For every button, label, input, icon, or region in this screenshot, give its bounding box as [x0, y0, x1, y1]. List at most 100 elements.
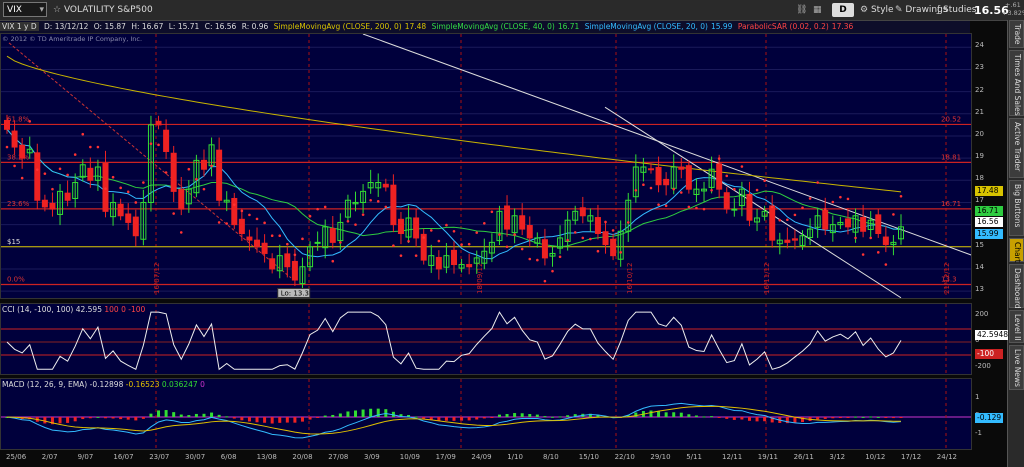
psar-dot: [270, 234, 274, 238]
candle-body: [170, 152, 177, 192]
sma20-label[interactable]: SimpleMovingAvg (CLOSE, 20, 0): [585, 22, 708, 31]
chevron-down-icon[interactable]: ▾: [39, 3, 44, 18]
star-icon[interactable]: ☆: [53, 5, 64, 15]
psar-dot: [28, 120, 32, 123]
psar-dot: [96, 145, 100, 149]
psar-dot: [429, 229, 433, 232]
trendline-retrace: [8, 42, 292, 279]
sma200-label[interactable]: SimpleMovingAvg (CLOSE, 200, 0): [274, 22, 402, 31]
macd-histogram-bar: [164, 410, 168, 417]
tab-times-and-sales[interactable]: Times And Sales: [1009, 50, 1024, 116]
tab-trade[interactable]: Trade: [1009, 20, 1024, 48]
sma200-value: 17.48: [404, 22, 427, 31]
date-marker-label: 16/11/12: [763, 263, 771, 294]
cci-chart: [1, 304, 971, 374]
tab-live-news[interactable]: Live News: [1009, 345, 1024, 390]
range-readout: R: 0.96: [241, 22, 269, 31]
psar-dot: [225, 222, 229, 225]
studies-button[interactable]: ƒ Studies: [937, 3, 976, 17]
candle-body: [435, 256, 442, 270]
price-tick-label: 20: [975, 129, 984, 138]
macd-histogram-bar: [520, 413, 524, 417]
candle-body: [125, 213, 132, 223]
macd-histogram-bar: [869, 416, 873, 418]
time-tick-label: 29/10: [650, 453, 671, 461]
macd-histogram-bar: [550, 416, 554, 418]
cci-label[interactable]: CCI (14, -100, 100): [2, 305, 73, 314]
tab-dashboard[interactable]: Dashboard: [1009, 264, 1024, 309]
macd-histogram-bar: [497, 414, 501, 417]
macd-label[interactable]: MACD (12, 26, 9, EMA): [2, 380, 87, 389]
macd-panel[interactable]: MACD (12, 26, 9, EMA) -0.12898 -0.16523 …: [0, 378, 972, 450]
title-text: ☆ VOLATILITY S&P500: [53, 3, 153, 17]
psar-dot: [179, 231, 183, 234]
candle-body: [49, 202, 56, 210]
macd-histogram-bar: [58, 417, 62, 424]
psar-dot: [414, 254, 418, 257]
candle-body: [647, 168, 654, 171]
time-tick-label: 26/11: [793, 453, 814, 461]
tab-active-trader[interactable]: Active Trader: [1009, 118, 1024, 178]
psar-dot: [596, 249, 600, 253]
candle-body: [822, 209, 829, 230]
candle-body: [610, 238, 617, 257]
macd-histogram-bar: [490, 417, 494, 418]
candle-body: [397, 218, 404, 235]
candle-body: [685, 165, 692, 190]
tab-big-buttons[interactable]: Big Buttons: [1009, 180, 1024, 236]
macd-histogram-bar: [467, 417, 471, 421]
tab-level-ii[interactable]: Level II: [1009, 310, 1024, 343]
style-button[interactable]: ⚙ Style: [860, 3, 894, 17]
psar-dot: [376, 200, 380, 203]
tab-label: Trade: [1013, 24, 1022, 45]
psar-dot: [263, 221, 266, 225]
macd-histogram-bar: [157, 410, 161, 417]
psar-dot: [604, 220, 607, 224]
psar-dot: [104, 187, 107, 191]
tab-label: Level II: [1013, 314, 1022, 341]
sma40-label[interactable]: SimpleMovingAvg (CLOSE, 40, 0): [432, 22, 555, 31]
psar-dot: [232, 203, 236, 206]
psar-dot: [384, 205, 388, 209]
cci-legend: CCI (14, -100, 100) 42.595 100 0 -100: [2, 305, 145, 314]
macd-histogram-bar: [73, 417, 77, 422]
cci-panel[interactable]: CCI (14, -100, 100) 42.595 100 0 -100: [0, 303, 972, 375]
period-button[interactable]: D: [832, 3, 854, 17]
time-tick-label: 22/10: [614, 453, 635, 461]
psar-dot: [642, 183, 645, 187]
tab-chart[interactable]: Chart: [1009, 238, 1024, 263]
psar-label[interactable]: ParabolicSAR (0.02, 0.2): [738, 22, 829, 31]
macd-histogram-bar: [566, 415, 570, 417]
link-icon[interactable]: ⛓: [796, 3, 807, 17]
psar-dot: [649, 186, 653, 190]
price-panel[interactable]: 16/07/12 18/09/12 16/10/12 16/11/12 21/12/12…: [0, 33, 972, 299]
price-display: 16.56 +.61 +3.82%: [974, 1, 1024, 19]
cci-line: [6, 311, 902, 371]
price-axis[interactable]: 242322212019181716151413: [972, 33, 1007, 299]
time-tick-label: 13/08: [256, 453, 277, 461]
psar-dot: [157, 143, 160, 147]
candle-body: [678, 166, 685, 170]
psar-dot: [217, 221, 221, 224]
macd-histogram-bar: [263, 417, 267, 423]
psar-dot: [520, 247, 524, 251]
psar-dot: [505, 245, 509, 249]
symbol-input[interactable]: VIX ▾: [3, 2, 47, 17]
psar-dot: [581, 236, 585, 240]
time-tick-label: 27/08: [328, 453, 349, 461]
time-tick-label: 15/10: [578, 453, 599, 461]
macd-histogram-bar: [316, 417, 320, 418]
time-axis[interactable]: 25/06 2/07 9/07 16/07 23/07 30/07 6/08 13/08 20/…: [0, 451, 972, 467]
candle-body: [579, 207, 586, 217]
grid-icon[interactable]: ▦: [813, 3, 822, 17]
macd-histogram-bar: [187, 415, 191, 417]
period-label[interactable]: VIX 1 y D: [0, 22, 39, 31]
candle-body: [663, 178, 670, 186]
macd-histogram-bar: [293, 417, 297, 423]
psar-dot: [187, 167, 191, 171]
psar-dot: [286, 242, 289, 246]
psar-dot: [573, 231, 577, 234]
macd-histogram-bar: [111, 417, 115, 419]
time-tick-label: 25/06: [6, 453, 27, 461]
candle-body: [526, 225, 533, 239]
